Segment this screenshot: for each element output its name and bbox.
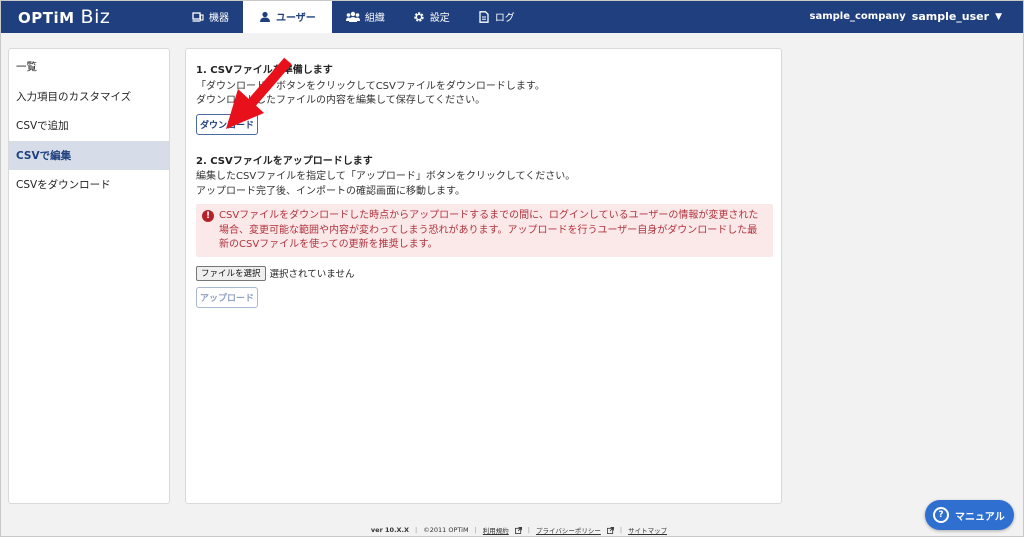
optim-biz-logo[interactable]: OPTiM Biz [18, 6, 110, 28]
version-label: ver 10.X.X [370, 526, 410, 534]
nav-users-label: ユーザー [276, 13, 316, 24]
sidebar-item-label: CSVで編集 [16, 149, 72, 162]
nav-settings-label: 設定 [429, 13, 450, 24]
terms-link[interactable]: 利用規約 [483, 525, 509, 535]
file-input[interactable]: ファイルを選択 選択されていません [196, 265, 354, 281]
upload-button[interactable]: アップロード [196, 287, 258, 308]
copyright: ©2011 OPTiM [423, 526, 469, 534]
sitemap-link[interactable]: サイトマップ [628, 525, 667, 535]
sidebar-item-csv-edit[interactable]: CSVで編集 [9, 140, 169, 170]
user-icon [260, 11, 270, 22]
manual-button-label: マニュアル [955, 511, 1005, 523]
chevron-down-icon: ▼ [995, 11, 1002, 22]
app-header: OPTiM Biz 機器 ユーザー 組織 設定 ログ sample_compan… [0, 0, 1024, 33]
warning-text: CSVファイルをダウンロードした時点からアップロードするまでの間に、ログインして… [219, 210, 759, 250]
company-name: sample_company [809, 11, 906, 22]
help-icon: ? [933, 507, 949, 523]
nav-organization[interactable]: 組織 [332, 0, 399, 33]
sidebar-item-list[interactable]: 一覧 [9, 52, 169, 82]
privacy-policy-link[interactable]: プライバシーポリシー [536, 525, 601, 535]
file-status: 選択されていません [269, 269, 355, 280]
sidebar-item-csv-download[interactable]: CSVをダウンロード [9, 170, 169, 200]
exclamation-icon: ! [202, 210, 214, 222]
nav-users[interactable]: ユーザー [243, 0, 332, 33]
sidebar-item-customize-fields[interactable]: 入力項目のカスタマイズ [9, 82, 169, 112]
warning-alert: ! CSVファイルをダウンロードした時点からアップロードするまでの間に、ログイン… [196, 204, 773, 257]
footer: ver 10.X.X | ©2011 OPTiM | 利用規約 | プライバシー… [370, 525, 668, 535]
user-name: sample_user [911, 10, 990, 23]
nav-devices-label: 機器 [209, 13, 229, 24]
nav-settings[interactable]: 設定 [399, 0, 464, 33]
nav-logs-label: ログ [494, 13, 515, 24]
log-document-icon [479, 10, 489, 23]
step2-title: 2. CSVファイルをアップロードします [196, 156, 373, 167]
device-icon [192, 11, 204, 22]
manual-button[interactable]: ? マニュアル [925, 500, 1014, 530]
external-link-icon [606, 526, 614, 534]
sidebar-item-label: CSVをダウンロード [16, 179, 111, 192]
choose-file-button[interactable]: ファイルを選択 [196, 265, 266, 281]
red-arrow-annotation [226, 57, 292, 129]
nav-organization-label: 組織 [364, 13, 385, 24]
external-link-icon [514, 526, 522, 534]
nav-logs[interactable]: ログ [464, 0, 529, 33]
organization-icon [345, 11, 360, 22]
sidebar-item-label: 一覧 [16, 61, 37, 74]
sidebar-item-label: CSVで追加 [16, 120, 69, 133]
nav-devices[interactable]: 機器 [178, 0, 243, 33]
sidebar-item-label: 入力項目のカスタマイズ [16, 90, 132, 103]
sidebar-item-csv-add[interactable]: CSVで追加 [9, 111, 169, 141]
step2-description-1: 編集したCSVファイルを指定して「アップロード」ボタンをクリックしてください。 [196, 171, 576, 182]
sidebar: 一覧 入力項目のカスタマイズ CSVで追加 CSVで編集 CSVをダウンロード [8, 48, 170, 504]
step2-description-2: アップロード完了後、インポートの確認画面に移動します。 [196, 185, 465, 197]
user-menu[interactable]: sample_company sample_user ▼ [810, 0, 1002, 33]
logo-brand: OPTiM [18, 9, 75, 27]
gear-icon [414, 11, 424, 22]
logo-product: Biz [80, 6, 111, 28]
main-nav: 機器 ユーザー 組織 設定 ログ [178, 0, 529, 33]
